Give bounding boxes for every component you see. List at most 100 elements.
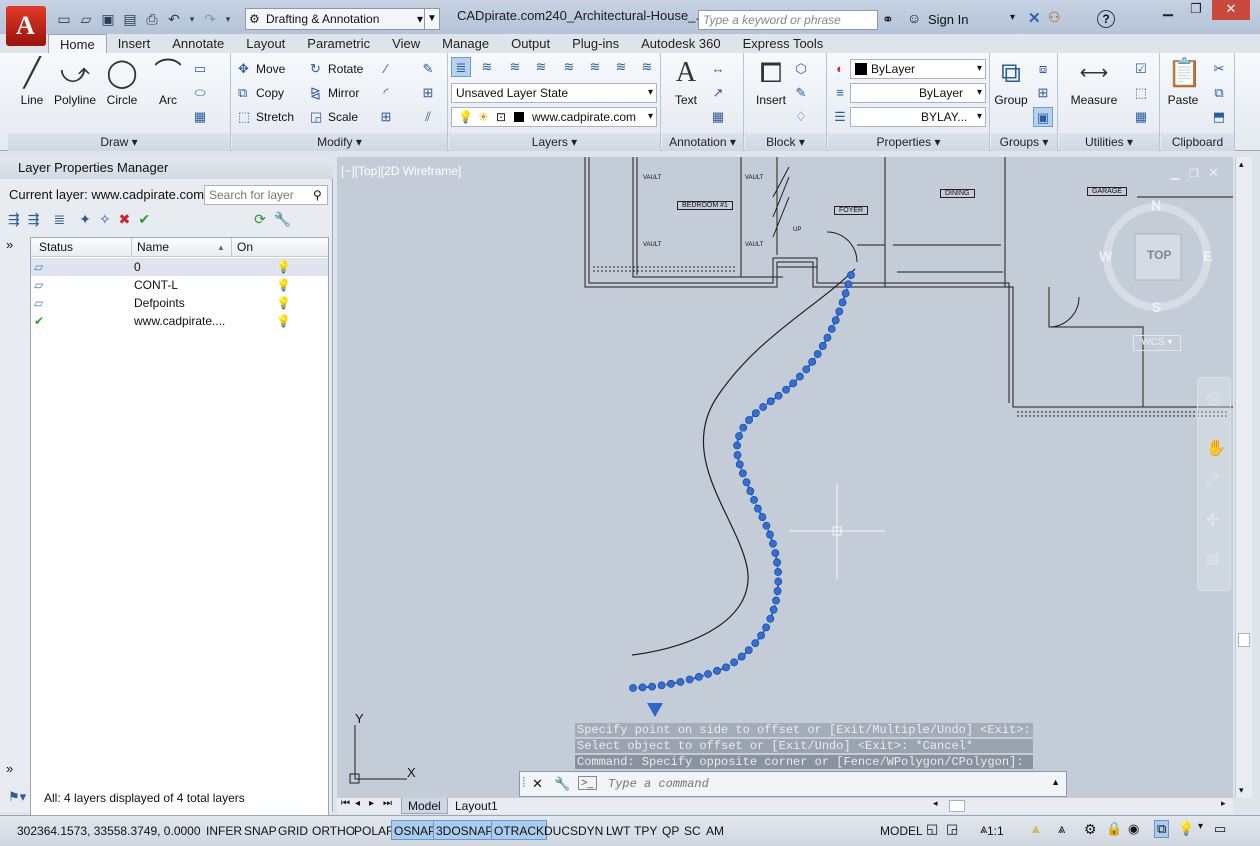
insert-button[interactable]: ⧠ Insert — [749, 57, 793, 107]
grip-point[interactable] — [629, 684, 637, 692]
edit-attributes-icon[interactable]: ♢ — [791, 107, 811, 127]
grip-point[interactable] — [766, 614, 775, 623]
status-toggle-grid[interactable]: GRID — [275, 820, 311, 840]
calculator-icon[interactable]: ▦ — [1131, 107, 1151, 127]
current-layer-dropdown[interactable]: 💡 ☀ ⊡ www.cadpirate.com — [451, 107, 657, 127]
ellipse-icon[interactable]: ⬭ — [190, 83, 210, 103]
grip-point[interactable] — [782, 385, 790, 394]
saveas-icon[interactable]: ▤ — [122, 11, 138, 28]
group-button[interactable]: ⧉ Group — [993, 57, 1029, 107]
grip-point[interactable] — [676, 677, 685, 686]
viewcube-top[interactable]: TOP — [1147, 248, 1171, 262]
status-toggle-3dosnap[interactable]: 3DOSNAP — [433, 820, 497, 840]
leader-icon[interactable]: ↗ — [708, 83, 728, 103]
grip-point[interactable] — [648, 682, 656, 691]
binoculars-icon[interactable]: ⚭ — [882, 11, 894, 28]
grip-point[interactable] — [742, 478, 751, 487]
rectangle-icon[interactable]: ▭ — [190, 59, 210, 79]
layer-state-icon[interactable]: ≋ — [477, 57, 497, 77]
redo-dropdown-icon[interactable]: ▾ — [224, 14, 232, 25]
utilities-panel-title[interactable]: Utilities ▾ — [1059, 133, 1159, 151]
quick-select-icon[interactable]: ☑ — [1131, 59, 1151, 79]
lineweight-icon[interactable]: ≡ — [830, 83, 850, 103]
next-tab-icon[interactable]: ▸ — [369, 798, 374, 809]
dimension-icon[interactable]: ↔ — [708, 59, 728, 79]
layer-properties-icon[interactable]: ≣ — [451, 57, 471, 77]
move-button[interactable]: ✥ Move — [238, 61, 285, 77]
coordinate-readout[interactable]: 302364.1573, 33558.3749, 0.0000 — [17, 824, 201, 838]
viewport-close-icon[interactable]: ✕ — [1208, 165, 1219, 181]
grip-point[interactable] — [657, 681, 666, 690]
ungroup-icon[interactable]: ⧈ — [1033, 59, 1053, 79]
tab-express-tools[interactable]: Express Tools — [732, 34, 835, 54]
trim-icon[interactable]: ⁄ — [376, 59, 396, 79]
paste-button[interactable]: 📋 Paste — [1165, 57, 1202, 107]
command-recent-icon[interactable]: ▲ — [1051, 777, 1060, 787]
layer-states-manager-icon[interactable]: ≣ — [53, 211, 65, 228]
select-all-icon[interactable]: ⬚ — [1131, 83, 1151, 103]
stretch-button[interactable]: ⬚ Stretch — [238, 109, 294, 125]
create-block-icon[interactable]: ⬡ — [791, 59, 811, 79]
grip-point[interactable] — [694, 673, 703, 681]
match-properties-icon[interactable]: ◐ — [830, 59, 850, 79]
grip-point[interactable] — [774, 568, 782, 576]
layer-off-icon[interactable]: ≋ — [505, 57, 525, 77]
status-toggle-snap[interactable]: SNAP — [241, 820, 280, 840]
zoom-extents-icon[interactable]: ⤢ — [1206, 472, 1219, 490]
application-menu-button[interactable] — [6, 6, 46, 46]
status-toggle-lwt[interactable]: LWT — [603, 820, 633, 840]
group-edit-icon[interactable]: ⊞ — [1033, 83, 1053, 103]
grip-point[interactable] — [735, 460, 744, 469]
redo-icon[interactable]: ↷ — [202, 11, 218, 28]
layer-lock-icon[interactable]: ≋ — [585, 57, 605, 77]
circle-button[interactable]: ◯ Circle — [102, 57, 142, 107]
layer-isolate-icon[interactable]: ≋ — [531, 57, 551, 77]
grip-point[interactable] — [754, 504, 762, 513]
grip-point[interactable] — [735, 432, 743, 441]
showmotion-icon[interactable]: ▤ — [1206, 550, 1219, 567]
status-menu-icon[interactable]: ▾ — [1198, 821, 1203, 832]
command-customize-icon[interactable]: 🔧 — [554, 776, 570, 792]
new-property-filter-icon[interactable]: ⇶ — [8, 211, 20, 228]
save-icon[interactable]: ▣ — [100, 11, 116, 28]
grip-point[interactable] — [766, 530, 774, 539]
scale-button[interactable]: ◲ Scale — [310, 109, 358, 125]
lightbulb-icon[interactable]: 💡 — [276, 258, 291, 276]
annotation-panel-title[interactable]: Annotation ▾ — [662, 133, 743, 151]
status-toggle-tpy[interactable]: TPY — [631, 820, 660, 840]
workspace-switch-icon[interactable]: ⚙ — [1084, 821, 1097, 838]
plot-icon[interactable]: ⎙ — [144, 11, 160, 28]
cut-icon[interactable]: ✂ — [1209, 59, 1229, 79]
name-column-header[interactable]: Name — [137, 238, 169, 257]
drawing-canvas[interactable]: BEDROOM #1 FOYER DINING GARAGE VAULT VAU… — [337, 157, 1233, 798]
delete-layer-icon[interactable]: ✖ — [119, 211, 131, 228]
group-selection-icon[interactable]: ▣ — [1033, 107, 1053, 127]
grip-point[interactable] — [733, 451, 742, 459]
viewcube-west[interactable]: W — [1099, 248, 1112, 264]
first-tab-icon[interactable]: ⏮ — [341, 798, 350, 809]
tab-output[interactable]: Output — [500, 34, 561, 54]
linetype-dropdown[interactable]: ByLayer — [850, 83, 986, 103]
filter-icon[interactable]: ⚑▾ — [8, 789, 26, 805]
scroll-up-icon[interactable]: ▴ — [1239, 159, 1244, 170]
copy-clip-icon[interactable]: ⧉ — [1209, 83, 1229, 103]
tab-annotate[interactable]: Annotate — [161, 34, 235, 54]
grip-point[interactable] — [758, 513, 767, 521]
grip-point[interactable] — [774, 391, 783, 400]
grip-point[interactable] — [766, 397, 775, 406]
h-scroll-left-icon[interactable]: ◂ — [933, 798, 938, 809]
selected-polyline[interactable] — [632, 274, 852, 689]
new-group-filter-icon[interactable]: ⇶ — [28, 211, 40, 228]
line-button[interactable]: ╱ Line — [12, 57, 52, 107]
viewcube-north[interactable]: N — [1151, 197, 1161, 213]
grip-point[interactable] — [713, 666, 721, 675]
palette-title[interactable]: Layer Properties Manager — [0, 157, 333, 179]
viewcube-south[interactable]: S — [1152, 299, 1161, 315]
grip-point[interactable] — [789, 379, 798, 388]
grip-point[interactable] — [704, 670, 712, 678]
new-icon[interactable]: ▭ — [56, 11, 72, 28]
grip-point[interactable] — [737, 652, 746, 661]
wcs-dropdown[interactable]: WCS ▾ — [1133, 335, 1181, 351]
edit-block-icon[interactable]: ✎ — [791, 83, 811, 103]
grip-point[interactable] — [757, 631, 765, 640]
